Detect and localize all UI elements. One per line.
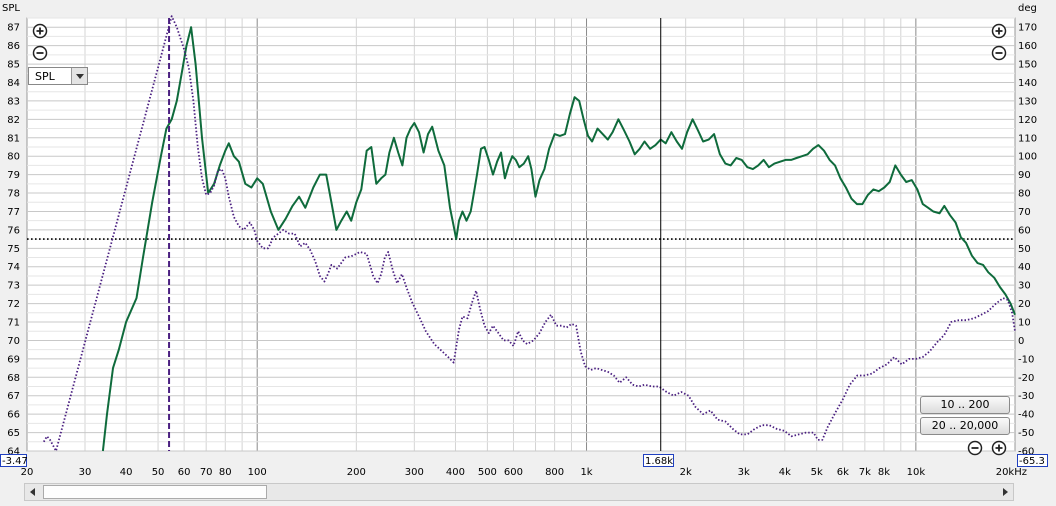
- y-right-tick-label: -20: [1018, 373, 1034, 384]
- y-left-tick-label: 65: [7, 428, 20, 439]
- y-right-axis-label: deg: [1018, 3, 1037, 14]
- x-tick-label: 20kHz: [996, 467, 1027, 478]
- y-right-tick-label: 120: [1018, 115, 1037, 126]
- y-left-tick-label: 86: [7, 41, 20, 52]
- dropdown-value: SPL: [35, 70, 55, 83]
- y-left-axis-label: SPL: [2, 3, 20, 14]
- x-tick-label: 8k: [878, 467, 890, 478]
- x-tick-label: 100: [248, 467, 267, 478]
- x-tick-label: 600: [504, 467, 523, 478]
- x-tick-label: 300: [405, 467, 424, 478]
- y-right-tick-label: 40: [1018, 262, 1031, 273]
- y-left-tick-label: 71: [7, 318, 20, 329]
- y-left-tick-label: 66: [7, 410, 20, 421]
- y-left-tick-label: 87: [7, 23, 20, 34]
- zoom-out-right-icon[interactable]: [991, 45, 1007, 61]
- zoom-out-bottom-icon[interactable]: [967, 440, 983, 456]
- y-right-tick-label: 10: [1018, 318, 1031, 329]
- y-left-tick-label: 68: [7, 373, 20, 384]
- y-left-tick-label: 80: [7, 152, 20, 163]
- zoom-in-bottom-icon[interactable]: [991, 440, 1007, 456]
- y-left-tick-label: 84: [7, 78, 20, 89]
- y-left-tick-label: 83: [7, 96, 20, 107]
- y-right-tick-label: -10: [1018, 354, 1034, 365]
- y-right-tick-label: 150: [1018, 60, 1037, 71]
- y-left-tick-label: 75: [7, 244, 20, 255]
- y-left-tick-label: 69: [7, 354, 20, 365]
- chevron-down-icon[interactable]: [71, 68, 87, 84]
- horizontal-scrollbar[interactable]: [24, 483, 1014, 501]
- x-tick-label: 3k: [738, 467, 750, 478]
- y-right-tick-label: -50: [1018, 428, 1034, 439]
- x-tick-label: 1k: [580, 467, 592, 478]
- x-tick-label: 10k: [907, 467, 926, 478]
- scroll-right-icon[interactable]: [997, 484, 1013, 500]
- y-left-tick-label: 77: [7, 207, 20, 218]
- x-tick-label: 200: [347, 467, 366, 478]
- y-right-tick-label: 140: [1018, 78, 1037, 89]
- y-left-tick-label: 67: [7, 391, 20, 402]
- x-tick-label: 7k: [859, 467, 871, 478]
- display-mode-dropdown[interactable]: SPL: [28, 67, 88, 85]
- scroll-left-icon[interactable]: [25, 484, 41, 500]
- x-tick-label: 60: [178, 467, 191, 478]
- cursor-frequency-readout: 1.68k: [643, 454, 674, 467]
- zoom-in-left-icon[interactable]: [32, 23, 48, 39]
- x-tick-label: 6k: [837, 467, 849, 478]
- y-left-tick-label: 74: [7, 262, 20, 273]
- y-left-tick-label: 79: [7, 170, 20, 181]
- x-tick-label: 2k: [680, 467, 692, 478]
- y-left-tick-label: 82: [7, 115, 20, 126]
- y-right-tick-label: 90: [1018, 170, 1031, 181]
- y-left-tick-label: 78: [7, 189, 20, 200]
- y-right-tick-label: 110: [1018, 133, 1037, 144]
- zoom-in-right-icon[interactable]: [991, 23, 1007, 39]
- x-tick-label: 80: [219, 467, 232, 478]
- x-tick-label: 50: [152, 467, 165, 478]
- right-readout: -65.3: [1017, 454, 1048, 467]
- y-right-tick-label: 60: [1018, 225, 1031, 236]
- y-right-tick-label: -40: [1018, 410, 1034, 421]
- x-tick-label: 400: [446, 467, 465, 478]
- y-right-tick-label: 0: [1018, 336, 1024, 347]
- y-right-tick-label: 100: [1018, 152, 1037, 163]
- range-10-200-button[interactable]: 10 .. 200: [920, 396, 1010, 414]
- x-tick-label: 70: [200, 467, 213, 478]
- y-right-tick-label: -30: [1018, 391, 1034, 402]
- left-axis-ticks: 6465666768697071727374757677787980818283…: [7, 23, 20, 458]
- y-right-tick-label: 170: [1018, 23, 1037, 34]
- zoom-out-left-icon[interactable]: [32, 45, 48, 61]
- y-left-tick-label: 76: [7, 225, 20, 236]
- chart-area[interactable]: 6465666768697071727374757677787980818283…: [0, 0, 1056, 506]
- scroll-thumb[interactable]: [43, 485, 267, 499]
- y-left-tick-label: 73: [7, 281, 20, 292]
- range-20-20000-button[interactable]: 20 .. 20,000: [920, 417, 1010, 435]
- y-right-tick-label: 160: [1018, 41, 1037, 52]
- y-right-tick-label: 50: [1018, 244, 1031, 255]
- right-axis-ticks: -60-50-40-30-20-100102030405060708090100…: [1018, 23, 1037, 458]
- x-tick-label: 20: [21, 467, 34, 478]
- y-right-tick-label: 30: [1018, 281, 1031, 292]
- y-left-tick-label: 81: [7, 133, 20, 144]
- x-tick-label: 4k: [779, 467, 791, 478]
- left-readout: -3.47: [0, 454, 28, 467]
- x-tick-label: 5k: [811, 467, 823, 478]
- x-tick-label: 800: [545, 467, 564, 478]
- x-tick-label: 500: [478, 467, 497, 478]
- y-right-tick-label: 80: [1018, 189, 1031, 200]
- y-right-tick-label: 130: [1018, 96, 1037, 107]
- x-tick-label: 40: [120, 467, 133, 478]
- y-left-tick-label: 70: [7, 336, 20, 347]
- y-left-tick-label: 85: [7, 60, 20, 71]
- x-tick-label: 30: [79, 467, 92, 478]
- x-axis-ticks: 20 30 40 50 60 70 80 100 200 300 400 500 600 800 1k 2k 3…: [21, 467, 1027, 478]
- y-right-tick-label: 20: [1018, 299, 1031, 310]
- y-left-tick-label: 72: [7, 299, 20, 310]
- y-right-tick-label: 70: [1018, 207, 1031, 218]
